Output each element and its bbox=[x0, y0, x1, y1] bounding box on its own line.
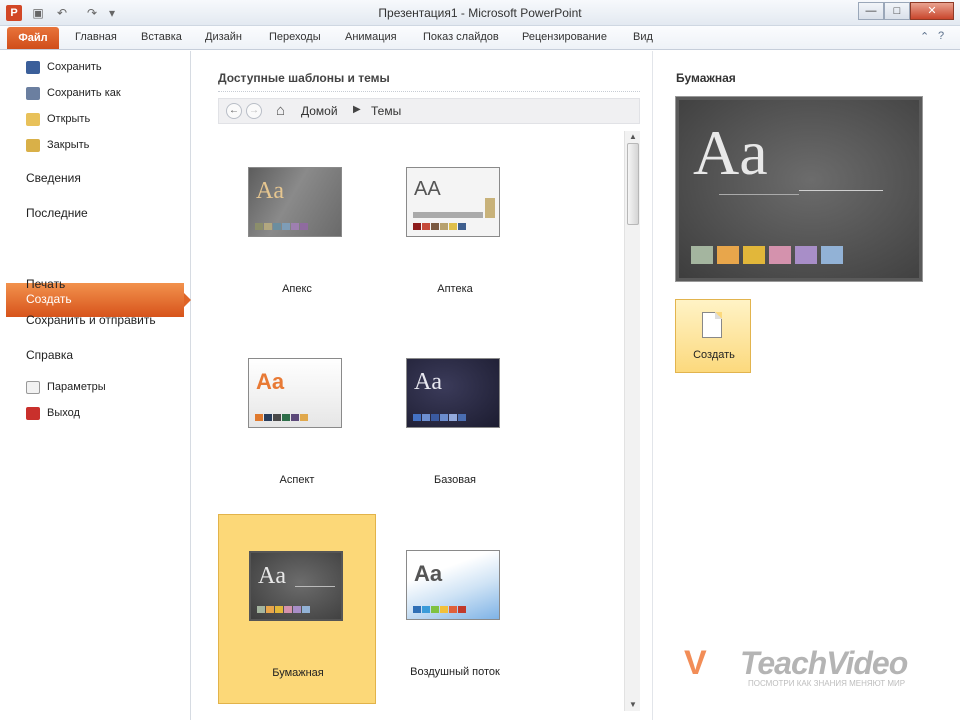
chevron-right-icon: ▶ bbox=[353, 104, 361, 115]
color-swatches bbox=[255, 414, 308, 421]
preview-pane: Бумажная Aa Создать bbox=[652, 51, 960, 720]
section-title: Доступные шаблоны и темы bbox=[218, 71, 390, 85]
selection-arrow-icon bbox=[184, 293, 191, 307]
save-as-icon bbox=[26, 87, 40, 100]
backstage-nav: Сохранить Сохранить как Открыть Закрыть … bbox=[0, 51, 191, 720]
sample-text: Aa bbox=[256, 369, 285, 394]
scroll-thumb[interactable] bbox=[627, 143, 639, 225]
nav-open-label: Открыть bbox=[47, 113, 91, 125]
nav-save-as-label: Сохранить как bbox=[47, 87, 121, 99]
color-swatches bbox=[413, 223, 466, 230]
tab-insert[interactable]: Вставка bbox=[141, 31, 182, 43]
color-swatches bbox=[413, 606, 466, 613]
template-thumbnail: Aa bbox=[406, 550, 500, 620]
tab-file[interactable]: Файл bbox=[7, 27, 59, 49]
title-bar: P ▣ ↶ ↷ ▾ Презентация1 - Microsoft Power… bbox=[0, 0, 960, 26]
sample-text: Aa bbox=[414, 369, 442, 395]
tab-home[interactable]: Главная bbox=[75, 31, 117, 43]
template-tile-paper[interactable]: Aa Бумажная bbox=[218, 514, 376, 704]
breadcrumb: ← → ⌂ Домой ▶ Темы bbox=[218, 98, 640, 124]
tab-review[interactable]: Рецензирование bbox=[522, 31, 607, 43]
tab-design[interactable]: Дизайн bbox=[205, 31, 242, 43]
preview-color-swatches bbox=[691, 246, 843, 264]
template-thumbnail: Aa bbox=[248, 358, 342, 428]
close-folder-icon bbox=[26, 139, 40, 152]
color-swatches bbox=[257, 606, 310, 613]
template-name: Базовая bbox=[433, 474, 477, 486]
templates-pane: Доступные шаблоны и темы ← → ⌂ Домой ▶ Т… bbox=[192, 51, 651, 720]
divider bbox=[218, 91, 640, 92]
sample-text: Aa bbox=[414, 561, 443, 586]
nav-save-label: Сохранить bbox=[47, 61, 102, 73]
breadcrumb-home[interactable]: Домой bbox=[301, 104, 338, 118]
template-name: Аспект bbox=[279, 474, 315, 486]
tab-animation[interactable]: Анимация bbox=[345, 31, 397, 43]
nav-save-send[interactable]: Сохранить и отправить bbox=[26, 313, 156, 327]
nav-help[interactable]: Справка bbox=[26, 348, 73, 362]
save-icon bbox=[26, 61, 40, 74]
sample-text: AA bbox=[414, 178, 441, 200]
scroll-down-icon[interactable]: ▼ bbox=[627, 699, 639, 711]
tab-slide-show[interactable]: Показ слайдов bbox=[423, 31, 499, 43]
template-tile-aspect[interactable]: Aa Аспект bbox=[218, 322, 376, 512]
home-icon[interactable]: ⌂ bbox=[276, 102, 285, 119]
minimize-ribbon-icon[interactable]: ⌃ bbox=[920, 30, 929, 43]
scroll-up-icon[interactable]: ▲ bbox=[627, 131, 639, 143]
ribbon-tabs: Файл Главная Вставка Дизайн Переходы Ани… bbox=[0, 26, 960, 50]
teachvideo-logo-icon: V bbox=[684, 644, 707, 682]
tab-view[interactable]: Вид bbox=[633, 31, 653, 43]
template-name: Бумажная bbox=[272, 667, 324, 679]
forward-icon[interactable]: → bbox=[246, 103, 262, 119]
options-icon bbox=[26, 381, 40, 394]
template-thumbnail: Aa bbox=[248, 167, 342, 237]
breadcrumb-themes[interactable]: Темы bbox=[371, 104, 401, 118]
theme-preview: Aa bbox=[676, 97, 922, 281]
template-name: Воздушный поток bbox=[410, 666, 500, 678]
template-name: Аптека bbox=[437, 283, 473, 295]
template-thumbnail: AA bbox=[406, 167, 500, 237]
nav-recent[interactable]: Последние bbox=[26, 206, 88, 220]
preview-line bbox=[719, 194, 799, 195]
sample-text: Aa bbox=[258, 563, 286, 589]
exit-icon bbox=[26, 407, 40, 420]
back-icon[interactable]: ← bbox=[226, 103, 242, 119]
template-thumbnail: Aa bbox=[249, 551, 343, 621]
preview-title: Бумажная bbox=[676, 71, 736, 85]
brand-name: TeachVideo bbox=[740, 645, 908, 681]
preview-sample-text: Aa bbox=[693, 117, 768, 188]
window-title: Презентация1 - Microsoft PowerPoint bbox=[378, 6, 582, 20]
minimize-button[interactable]: — bbox=[858, 2, 884, 20]
nav-close-label: Закрыть bbox=[47, 139, 90, 151]
template-tile-apteka[interactable]: AA Аптека bbox=[376, 131, 534, 321]
create-button[interactable]: Создать bbox=[675, 299, 751, 373]
template-tile-airflow[interactable]: Aa Воздушный поток bbox=[376, 514, 534, 704]
template-name: Апекс bbox=[282, 283, 312, 295]
create-button-label: Создать bbox=[693, 349, 735, 361]
template-tile-basic[interactable]: Aa Базовая bbox=[376, 322, 534, 512]
template-thumbnail: Aa bbox=[406, 358, 500, 428]
help-icon[interactable]: ? bbox=[938, 30, 944, 42]
new-document-icon bbox=[702, 312, 722, 338]
nav-new-label: Создать bbox=[26, 292, 72, 306]
preview-line bbox=[799, 190, 883, 191]
maximize-button[interactable]: □ bbox=[884, 2, 910, 20]
sample-text: Aa bbox=[256, 178, 284, 204]
close-button[interactable]: ✕ bbox=[910, 2, 954, 20]
nav-info[interactable]: Сведения bbox=[26, 171, 81, 185]
open-folder-icon bbox=[26, 113, 40, 126]
tab-transitions[interactable]: Переходы bbox=[269, 31, 321, 43]
templates-scrollbar[interactable]: ▲ ▼ bbox=[624, 131, 640, 711]
nav-exit-label: Выход bbox=[47, 407, 80, 419]
brand-tagline: ПОСМОТРИ КАК ЗНАНИЯ МЕНЯЮТ МИР bbox=[748, 679, 906, 688]
nav-options-label: Параметры bbox=[47, 381, 106, 393]
template-tile-apex[interactable]: Aa Апекс bbox=[218, 131, 376, 321]
color-swatches bbox=[255, 223, 308, 230]
color-swatches bbox=[413, 414, 466, 421]
nav-print[interactable]: Печать bbox=[26, 277, 65, 291]
